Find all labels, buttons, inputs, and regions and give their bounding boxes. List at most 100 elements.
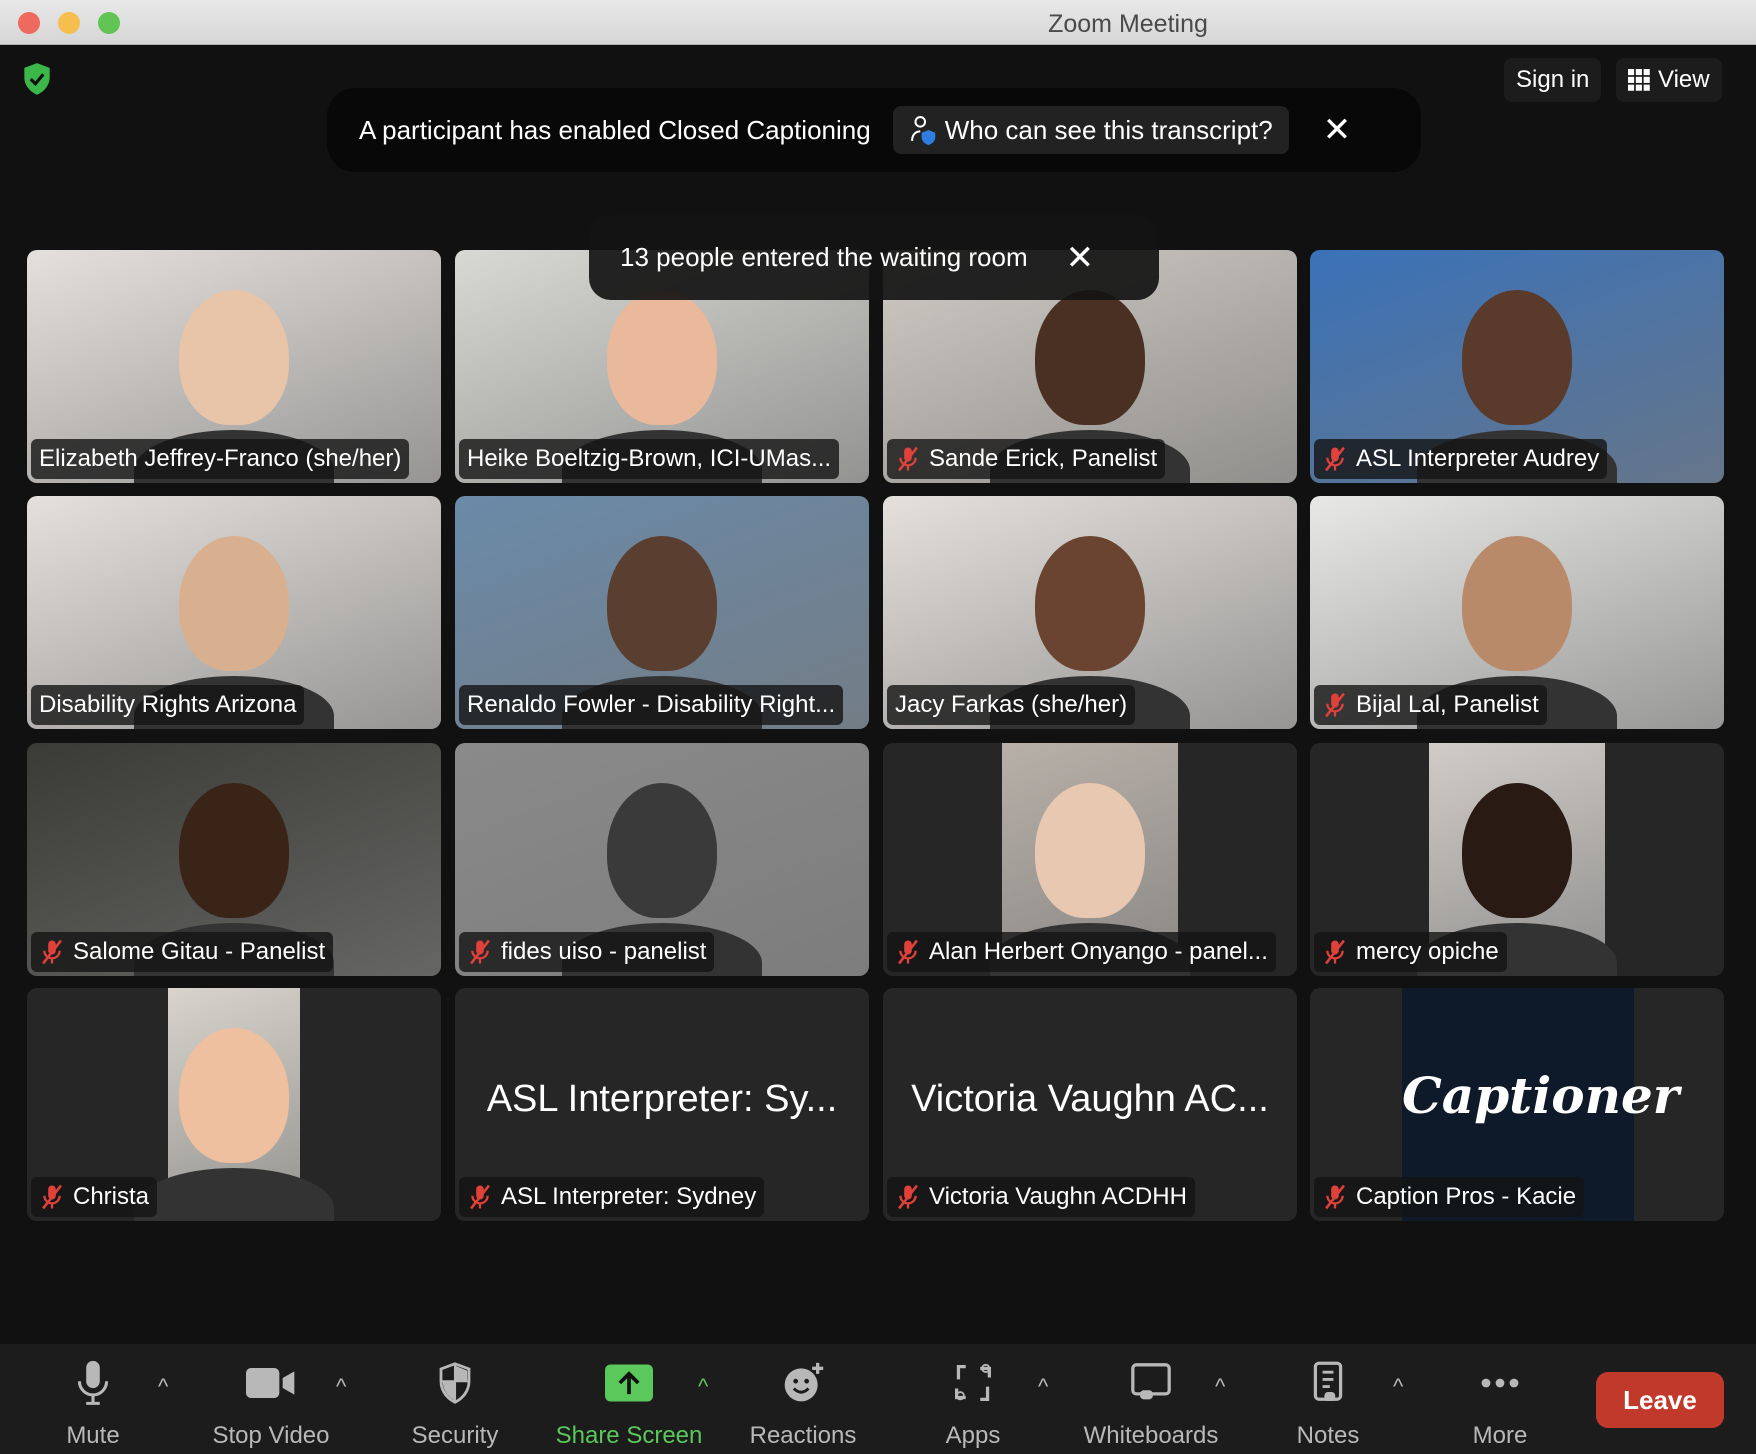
participant-face xyxy=(1462,290,1572,425)
notes-button[interactable]: Notes xyxy=(1248,1358,1408,1450)
participant-name: Heike Boeltzig-Brown, ICI-UMas... xyxy=(467,445,832,472)
stop-video-button[interactable]: Stop Video xyxy=(191,1358,351,1450)
encryption-shield-icon[interactable] xyxy=(18,60,56,98)
share-screen-button[interactable]: Share Screen xyxy=(549,1358,709,1450)
view-button[interactable]: View xyxy=(1616,58,1722,102)
participant-face xyxy=(1035,536,1145,671)
reaction-smiley-icon xyxy=(723,1358,883,1408)
participant-name: Victoria Vaughn ACDHH xyxy=(929,1183,1187,1210)
cc-banner-text: A participant has enabled Closed Caption… xyxy=(359,114,871,145)
participant-tile[interactable]: Victoria Vaughn AC... Victoria Vaughn ACD… xyxy=(883,988,1297,1221)
participant-name: fides uiso - panelist xyxy=(501,938,707,965)
participant-tile[interactable]: mercy opiche xyxy=(1310,743,1724,976)
toolbar-label: Stop Video xyxy=(212,1422,330,1449)
participant-tile[interactable]: fides uiso - panelist xyxy=(455,743,869,976)
participant-name-tag: mercy opiche xyxy=(1314,932,1507,972)
options-caret-icon[interactable]: ^ xyxy=(1215,1374,1225,1400)
muted-mic-icon xyxy=(470,1184,490,1210)
title-bar: Zoom Meeting xyxy=(0,0,1756,45)
participant-name-tag: Renaldo Fowler - Disability Right... xyxy=(459,685,844,725)
participant-name-tag: Caption Pros - Kacie xyxy=(1314,1177,1585,1217)
grid-icon xyxy=(1628,69,1650,91)
participant-name: Alan Herbert Onyango - panel... xyxy=(929,938,1268,965)
options-caret-icon[interactable]: ^ xyxy=(336,1374,346,1400)
toolbar-label: Reactions xyxy=(749,1422,857,1449)
participant-name: Disability Rights Arizona xyxy=(39,691,297,718)
options-caret-icon[interactable]: ^ xyxy=(158,1374,168,1400)
participant-face xyxy=(1035,290,1145,425)
participant-face xyxy=(1035,783,1145,918)
security-button[interactable]: Security xyxy=(375,1358,535,1450)
notes-icon xyxy=(1248,1358,1408,1408)
participant-face xyxy=(179,290,289,425)
apps-button[interactable]: Apps xyxy=(893,1358,1053,1450)
whiteboards-button[interactable]: Whiteboards xyxy=(1071,1358,1231,1450)
participant-name-tag: Christa xyxy=(31,1177,158,1217)
participant-face xyxy=(1462,536,1572,671)
participant-name: Renaldo Fowler - Disability Right... xyxy=(467,691,836,718)
muted-mic-icon xyxy=(1325,1184,1345,1210)
participant-name-tag: Salome Gitau - Panelist xyxy=(31,932,334,972)
muted-mic-icon xyxy=(42,1184,62,1210)
participant-tile[interactable]: Elizabeth Jeffrey-Franco (she/her) xyxy=(27,250,441,483)
options-caret-icon[interactable]: ^ xyxy=(698,1374,708,1400)
apps-icon xyxy=(893,1358,1053,1408)
participant-tile[interactable]: Salome Gitau - Panelist xyxy=(27,743,441,976)
sign-in-button[interactable]: Sign in xyxy=(1504,58,1602,102)
participant-name-tag: Sande Erick, Panelist xyxy=(887,439,1166,479)
who-button-label: Who can see this transcript? xyxy=(944,114,1273,145)
close-toast-icon[interactable]: ✕ xyxy=(1066,238,1095,278)
muted-mic-icon xyxy=(470,939,490,965)
more-dots-icon xyxy=(1420,1358,1580,1408)
close-banner-icon[interactable]: ✕ xyxy=(1323,110,1352,150)
participant-face xyxy=(1462,783,1572,918)
waiting-room-toast: 13 people entered the waiting room ✕ xyxy=(589,215,1159,300)
mute-button[interactable]: Mute xyxy=(13,1358,173,1450)
more-button[interactable]: More xyxy=(1420,1358,1580,1450)
share-screen-icon xyxy=(549,1358,709,1408)
participant-name-large: Victoria Vaughn AC... xyxy=(911,1078,1269,1120)
toolbar-label: Apps xyxy=(945,1422,1001,1449)
view-label: View xyxy=(1658,66,1710,93)
toolbar-label: Share Screen xyxy=(555,1422,703,1449)
reactions-button[interactable]: Reactions xyxy=(723,1358,883,1450)
participant-name: Bijal Lal, Panelist xyxy=(1356,691,1539,718)
microphone-icon xyxy=(13,1358,173,1408)
muted-mic-icon xyxy=(898,446,918,472)
muted-mic-icon xyxy=(1325,939,1345,965)
toolbar-label: Notes xyxy=(1296,1422,1360,1449)
participant-tile[interactable]: Bijal Lal, Panelist xyxy=(1310,496,1724,729)
participant-name-large: ASL Interpreter: Sy... xyxy=(486,1078,838,1120)
person-shield-icon xyxy=(910,116,935,145)
leave-button[interactable]: Leave xyxy=(1596,1372,1724,1428)
participant-tile[interactable]: Jacy Farkas (she/her) xyxy=(883,496,1297,729)
closed-caption-banner: A participant has enabled Closed Caption… xyxy=(327,88,1421,172)
participant-name: ASL Interpreter: Sydney xyxy=(501,1183,757,1210)
participant-tile[interactable]: Christa xyxy=(27,988,441,1221)
participant-face xyxy=(607,290,717,425)
participant-face xyxy=(179,783,289,918)
muted-mic-icon xyxy=(898,1184,918,1210)
toolbar-label: Mute xyxy=(66,1422,120,1449)
participant-tile[interactable]: Captioner Caption Pros - Kacie xyxy=(1310,988,1724,1221)
video-feed xyxy=(134,988,334,1221)
participant-name-tag: Jacy Farkas (she/her) xyxy=(887,685,1136,725)
participant-name-tag: Bijal Lal, Panelist xyxy=(1314,685,1547,725)
participant-name-tag: ASL Interpreter Audrey xyxy=(1314,439,1608,479)
who-can-see-transcript-button[interactable]: Who can see this transcript? xyxy=(892,106,1289,154)
toolbar-label: Whiteboards xyxy=(1083,1422,1219,1449)
toolbar-label: Security xyxy=(411,1422,499,1449)
participant-name-tag: Victoria Vaughn ACDHH xyxy=(887,1177,1195,1217)
participant-body xyxy=(134,1168,334,1221)
participant-tile[interactable]: Alan Herbert Onyango - panel... xyxy=(883,743,1297,976)
participant-face xyxy=(607,783,717,918)
participant-tile[interactable]: ASL Interpreter Audrey xyxy=(1310,250,1724,483)
participant-tile[interactable]: Renaldo Fowler - Disability Right... xyxy=(455,496,869,729)
participant-face xyxy=(179,1028,289,1163)
options-caret-icon[interactable]: ^ xyxy=(1038,1374,1048,1400)
participant-tile[interactable]: Disability Rights Arizona xyxy=(27,496,441,729)
toolbar-label: More xyxy=(1472,1422,1528,1449)
participant-tile[interactable]: ASL Interpreter: Sy... ASL Interpreter: S… xyxy=(455,988,869,1221)
options-caret-icon[interactable]: ^ xyxy=(1393,1374,1403,1400)
waiting-room-text: 13 people entered the waiting room xyxy=(620,242,1028,272)
